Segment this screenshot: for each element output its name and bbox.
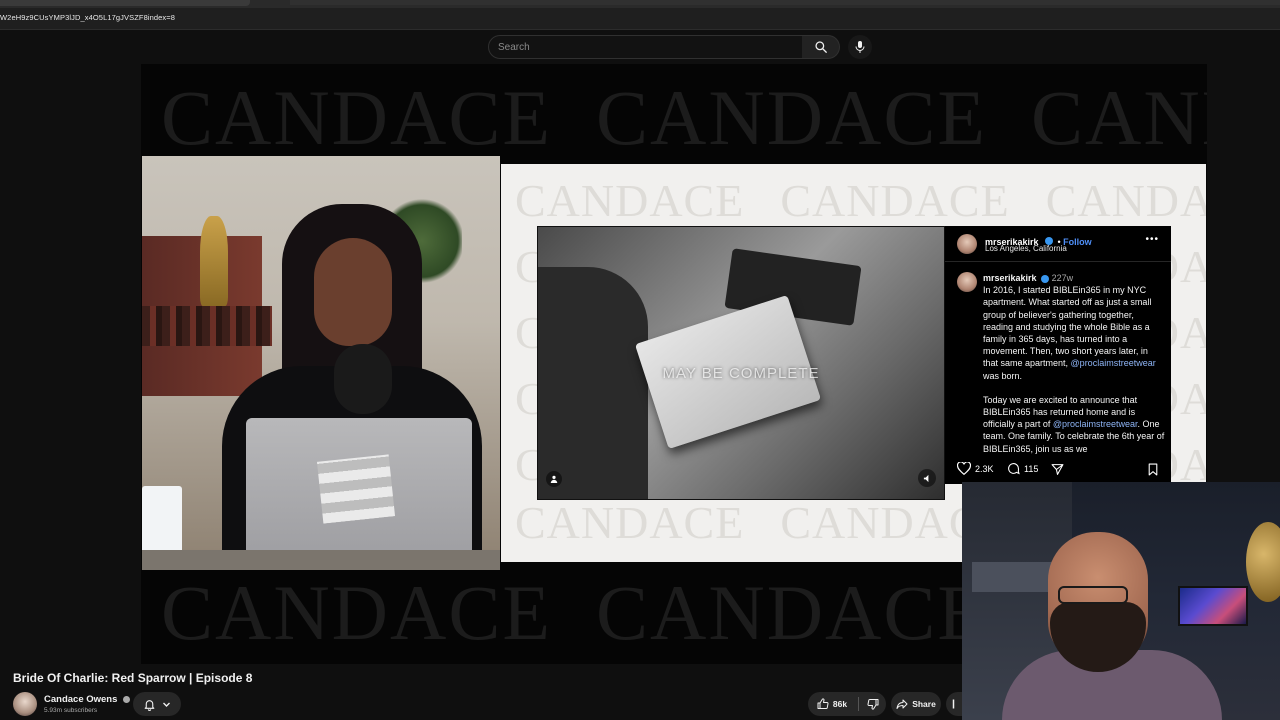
search-icon [814, 41, 827, 53]
channel-avatar[interactable] [13, 692, 37, 716]
instagram-post-panel: mrserikakirk • Follow Los Angeles, Calif… [945, 226, 1171, 484]
photo-caption: MAY BE COMPLETE [662, 365, 820, 382]
thumbs-down-icon [867, 699, 879, 710]
like-button[interactable]: 86k [808, 692, 856, 716]
tagged-user-icon [546, 471, 562, 487]
instagram-post-header: mrserikakirk • Follow Los Angeles, Calif… [945, 226, 1171, 262]
mention-link: @proclaimstreetwear [1052, 419, 1138, 430]
voice-search-button[interactable] [848, 35, 872, 59]
kitchen-cabinet [972, 562, 1052, 592]
notification-bell-button[interactable] [133, 692, 181, 716]
photo-person [538, 267, 648, 499]
gold-ornament [200, 216, 228, 306]
search-button[interactable] [802, 35, 840, 59]
search-input[interactable] [489, 36, 802, 58]
save-button[interactable] [946, 692, 962, 716]
slide-watermark-row-1: CANDACECANDACECANDACE [515, 175, 1206, 226]
background-tv [1178, 586, 1248, 626]
microphone-icon [855, 41, 865, 53]
browser-tab-bar [290, 0, 1280, 5]
heart-icon [957, 462, 971, 475]
more-options-icon: ••• [1145, 234, 1159, 245]
instagram-like-count: 2.3K [975, 463, 994, 474]
video-title: Bride Of Charlie: Red Sparrow | Episode … [13, 671, 253, 685]
bell-icon [144, 699, 155, 711]
dislike-button[interactable] [860, 692, 886, 716]
streamer-webcam [962, 482, 1280, 720]
send-icon [1051, 464, 1064, 475]
instagram-avatar [957, 234, 977, 254]
share-icon [896, 699, 908, 709]
comment-icon [1008, 463, 1020, 475]
host-face [314, 238, 392, 346]
address-bar-url[interactable]: W2eH9z9CUsYMP3lJD_x4O5L17gJVSZF8index=8 [0, 13, 175, 22]
instagram-photo: MAY BE COMPLETE [537, 226, 945, 500]
verified-badge-icon [123, 695, 131, 703]
share-button[interactable]: Share [891, 692, 941, 716]
volume-icon [918, 469, 936, 487]
subscriber-count: 5.93m subscribers [44, 707, 98, 714]
caption-paragraph-2: Today we are excited to announce that BI… [983, 394, 1165, 455]
caption-handle: mrserikakirk [983, 273, 1037, 283]
streamer-glasses [1058, 586, 1128, 604]
post-time: 227w [1051, 273, 1074, 283]
verified-icon [1041, 274, 1050, 283]
host-camera-feed [142, 156, 500, 570]
like-divider [858, 697, 859, 711]
search-box[interactable] [488, 35, 803, 59]
channel-name-row[interactable]: Candace Owens [44, 694, 131, 705]
podcast-microphone [334, 344, 392, 414]
desk [142, 550, 500, 570]
download-icon [952, 699, 955, 709]
instagram-actions: 2.3K 115 [945, 454, 1171, 484]
thumbs-up-icon [817, 698, 829, 709]
share-label: Share [912, 699, 936, 709]
comment-count-group: 115 [1007, 462, 1038, 475]
instagram-comment-avatar [957, 272, 977, 292]
browser-tab[interactable] [0, 0, 250, 6]
mention-link: @proclaimstreetwear [1070, 358, 1156, 369]
address-bar[interactable]: W2eH9z9CUsYMP3lJD_x4O5L17gJVSZF8index=8 [0, 8, 1280, 30]
caption-paragraph-1: mrserikakirk 227w In 2016, I started BIB… [983, 272, 1165, 382]
watermark-top: CANDACECANDACECANDACE [161, 74, 1207, 161]
instagram-comment-count: 115 [1024, 463, 1039, 474]
chevron-down-icon [163, 702, 170, 707]
bookmark-icon [1148, 463, 1158, 476]
masthead [0, 30, 1280, 64]
like-dislike-group: 86k [808, 692, 886, 716]
like-count: 86k [832, 699, 848, 709]
books [142, 306, 272, 346]
like-count-group: 2.3K [957, 462, 994, 475]
channel-name[interactable]: Candace Owens [44, 694, 117, 705]
follow-link: Follow [1063, 237, 1092, 247]
mug [142, 486, 182, 560]
instagram-location: Los Angeles, California [985, 244, 1067, 253]
instagram-caption: mrserikakirk 227w In 2016, I started BIB… [983, 272, 1165, 467]
browser-tab-strip [0, 0, 1280, 8]
caption-text-1a: In 2016, I started BIBLEin365 in my NYC … [983, 285, 1152, 369]
gold-balloon [1246, 522, 1280, 602]
laptop-sticker [316, 454, 396, 524]
caption-text-1b: was born. [983, 370, 1023, 381]
